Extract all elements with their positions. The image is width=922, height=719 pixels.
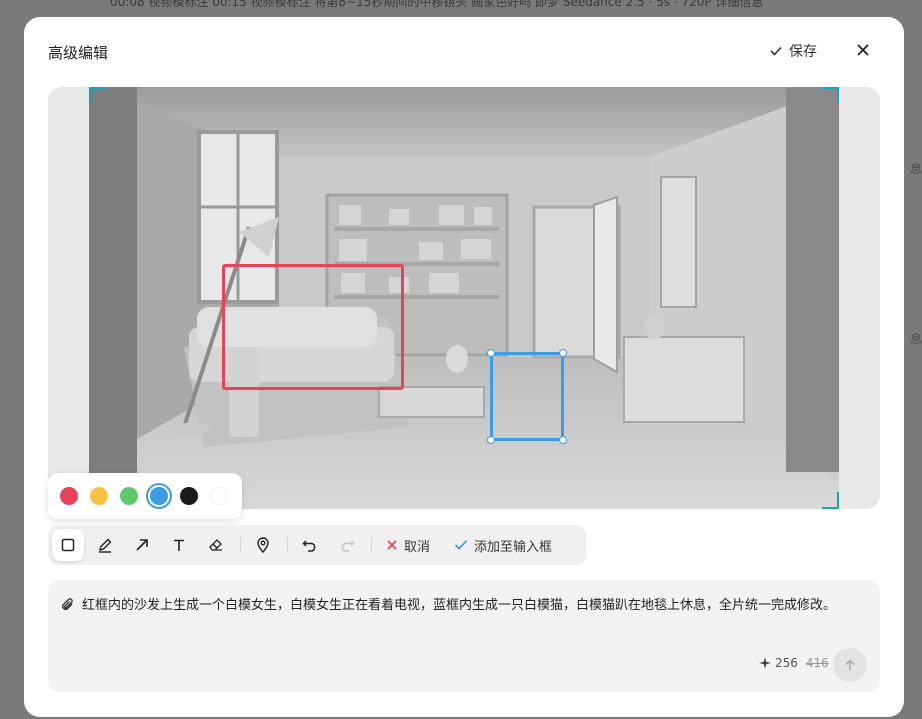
cancel-label: 取消 bbox=[404, 539, 431, 555]
pen-icon bbox=[98, 538, 112, 553]
crop-corner-top-right[interactable] bbox=[821, 87, 839, 105]
save-button[interactable]: 保存 bbox=[769, 41, 817, 61]
paperclip-icon bbox=[62, 598, 73, 610]
color-swatch-green[interactable] bbox=[120, 487, 138, 505]
color-palette bbox=[48, 473, 242, 519]
arrow-tool[interactable] bbox=[126, 529, 158, 561]
redo-icon bbox=[341, 540, 355, 552]
check-icon bbox=[454, 540, 468, 550]
background-side-label: 息 bbox=[909, 162, 922, 176]
credits-original-value: 416 bbox=[805, 656, 829, 670]
color-swatch-white[interactable] bbox=[210, 487, 228, 505]
blue-annotation-box[interactable] bbox=[487, 349, 567, 444]
room-image bbox=[89, 87, 839, 509]
add-to-input-label: 添加至输入框 bbox=[474, 539, 553, 555]
check-icon bbox=[770, 46, 782, 56]
brush-tool[interactable] bbox=[89, 529, 121, 561]
background-side-label: 息 bbox=[909, 332, 922, 346]
resize-handle[interactable] bbox=[487, 349, 495, 357]
undo-icon bbox=[302, 540, 316, 552]
add-to-input-button[interactable]: 添加至输入框 bbox=[454, 536, 552, 555]
color-swatch-blue[interactable] bbox=[146, 483, 172, 509]
undo-button[interactable] bbox=[294, 529, 326, 561]
redo-button[interactable] bbox=[331, 529, 363, 561]
save-label: 保存 bbox=[789, 44, 817, 60]
credits-value: 256 bbox=[775, 656, 798, 670]
drawing-toolbar: 取消 添加至输入框 bbox=[48, 525, 586, 565]
crop-corner-top-left[interactable] bbox=[89, 87, 107, 105]
resize-handle[interactable] bbox=[487, 436, 495, 444]
toolbar-divider bbox=[240, 537, 241, 553]
pin-tool[interactable] bbox=[247, 529, 279, 561]
text-icon bbox=[174, 539, 184, 551]
prompt-text-wrapper: 红框内的沙发上生成一个白模女生，白模女生正在看着电视，蓝框内生成一只白模猫，白模… bbox=[60, 594, 870, 618]
eraser-tool[interactable] bbox=[200, 529, 232, 561]
arrow-icon bbox=[136, 539, 148, 551]
rectangle-icon bbox=[61, 538, 75, 552]
close-icon bbox=[387, 540, 397, 550]
credits-counter: 256 416 bbox=[759, 656, 829, 670]
eraser-icon bbox=[209, 539, 222, 551]
image-canvas[interactable] bbox=[48, 87, 880, 509]
close-button[interactable] bbox=[854, 41, 872, 59]
location-pin-icon bbox=[257, 537, 269, 553]
sparkle-icon bbox=[759, 657, 771, 669]
advanced-edit-modal: 高级编辑 保存 取消 添加至输入框 红框内的沙发上生成一个白模女生，白模女生正在… bbox=[24, 17, 904, 717]
rectangle-tool[interactable] bbox=[52, 529, 84, 561]
arrow-up-icon bbox=[845, 659, 855, 670]
close-icon bbox=[857, 44, 869, 56]
prompt-input[interactable]: 红框内的沙发上生成一个白模女生，白模女生正在看着电视，蓝框内生成一只白模猫，白模… bbox=[48, 580, 880, 692]
toolbar-divider bbox=[287, 537, 288, 553]
red-annotation-box[interactable] bbox=[222, 264, 404, 390]
background-topbar: 00:08 视频模标注 00:15 视频模标注 将第8~15秒期间的中移镜头 画… bbox=[110, 0, 764, 9]
crop-corner-bottom-right[interactable] bbox=[821, 491, 839, 509]
modal-title: 高级编辑 bbox=[48, 44, 109, 62]
prompt-text: 红框内的沙发上生成一个白模女生，白模女生正在看着电视，蓝框内生成一只白模猫，白模… bbox=[82, 598, 837, 613]
color-swatch-red[interactable] bbox=[60, 487, 78, 505]
resize-handle[interactable] bbox=[559, 436, 567, 444]
color-swatch-yellow[interactable] bbox=[90, 487, 108, 505]
color-swatch-black[interactable] bbox=[180, 487, 198, 505]
text-tool[interactable] bbox=[163, 529, 195, 561]
toolbar-divider bbox=[371, 537, 372, 553]
resize-handle[interactable] bbox=[559, 349, 567, 357]
cancel-button[interactable]: 取消 bbox=[386, 536, 430, 555]
send-button[interactable] bbox=[833, 648, 867, 682]
